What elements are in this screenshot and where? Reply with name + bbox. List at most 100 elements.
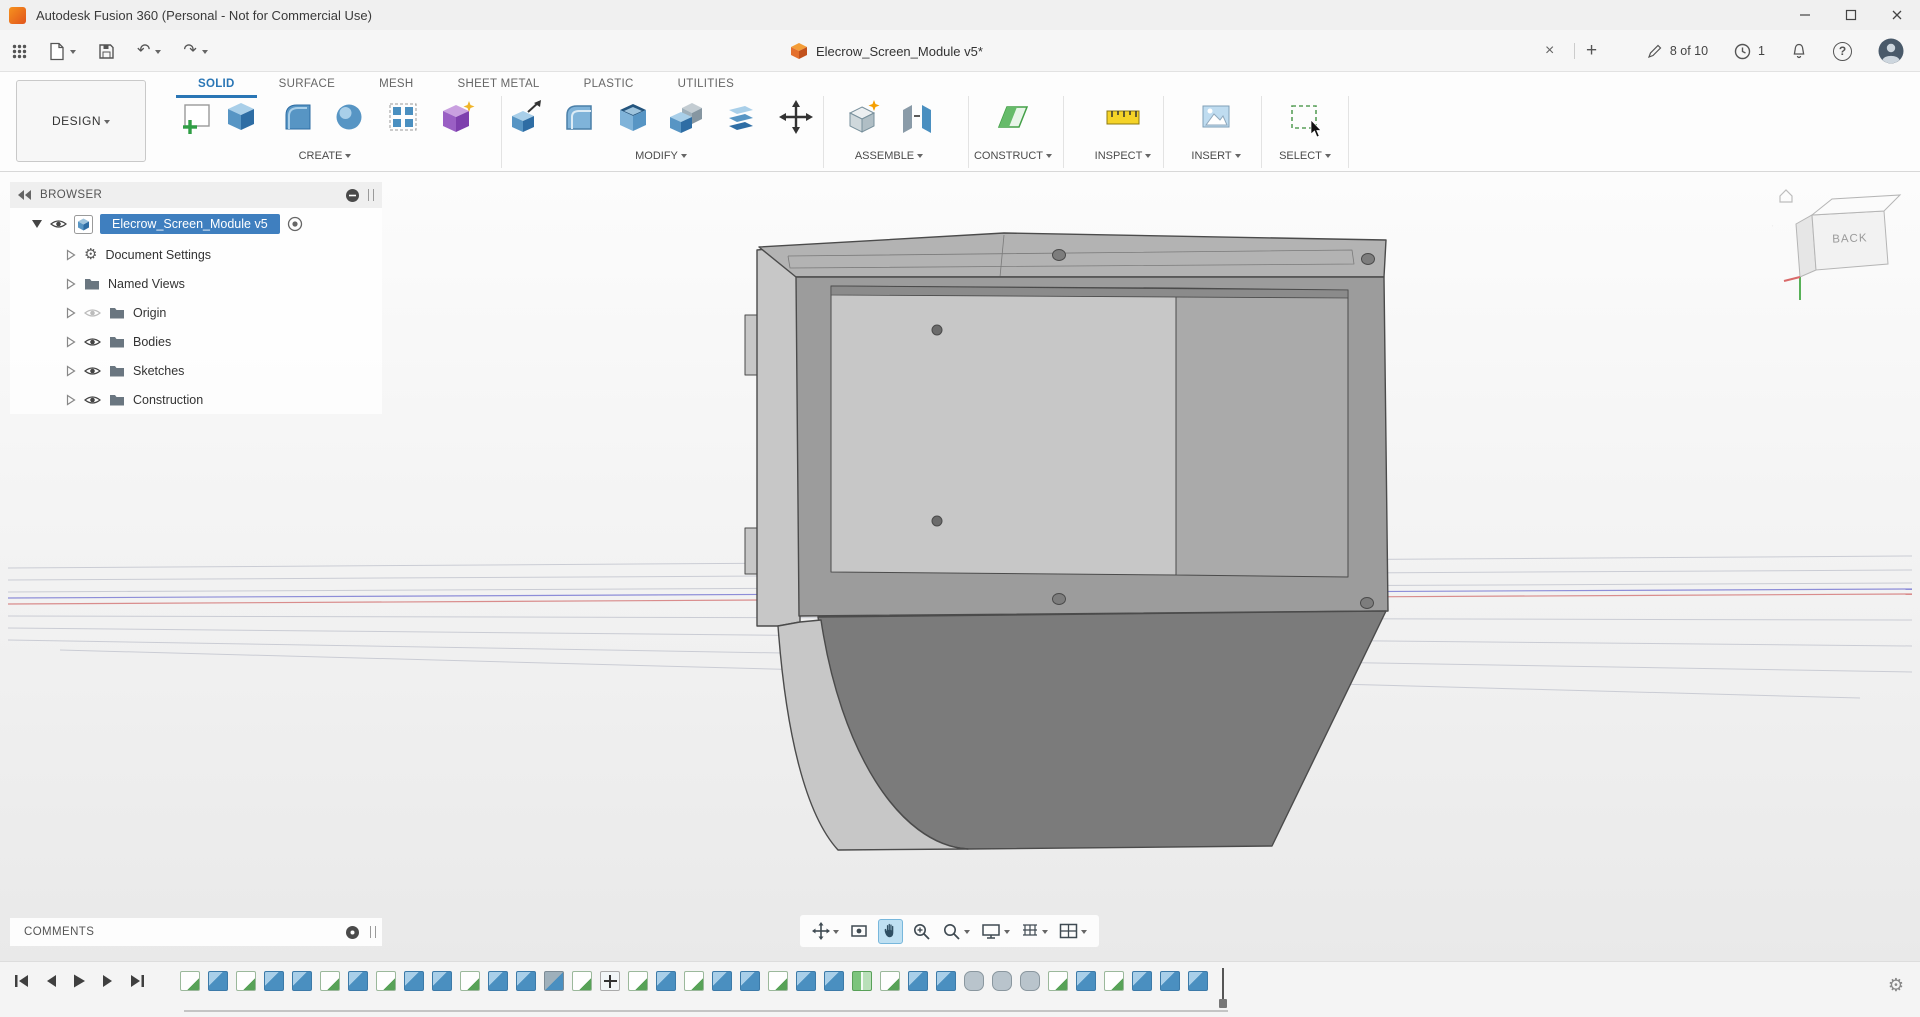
maximize-button[interactable] (1828, 0, 1874, 30)
timeline-feature-extrude[interactable] (348, 971, 368, 991)
fillet-button[interactable] (560, 98, 598, 136)
viewcube-top-face[interactable] (1812, 195, 1900, 215)
display-settings-filter-icon[interactable] (345, 188, 360, 203)
expander-open-icon[interactable] (32, 219, 43, 229)
timeline-feature-extrude[interactable] (1132, 971, 1152, 991)
timeline-feature-sketch[interactable] (768, 971, 788, 991)
tab-solid[interactable]: SOLID (176, 72, 257, 98)
timeline-feature-extrude[interactable] (656, 971, 676, 991)
timeline-feature-sketch[interactable] (684, 971, 704, 991)
new-component-button[interactable] (844, 98, 882, 136)
press-pull-button[interactable] (508, 98, 546, 136)
revolve-button[interactable] (279, 98, 317, 136)
expander-closed-icon[interactable] (66, 365, 76, 377)
tab-mesh[interactable]: MESH (357, 72, 435, 98)
insert-image-button[interactable] (1197, 98, 1235, 136)
timeline-feature-sketch[interactable] (572, 971, 592, 991)
undo-button[interactable]: ↶ (133, 39, 165, 63)
timeline-feature-extrude[interactable] (516, 971, 536, 991)
expander-closed-icon[interactable] (66, 394, 76, 406)
timeline-feature-extrude[interactable] (488, 971, 508, 991)
version-history-button[interactable]: 8 of 10 (1643, 39, 1712, 63)
viewcube[interactable]: BACK RIGHT (1772, 180, 1920, 320)
tab-sheet-metal[interactable]: SHEET METAL (436, 72, 562, 98)
timeline-feature-fillet[interactable] (1020, 971, 1040, 991)
timeline-feature-extrude[interactable] (1076, 971, 1096, 991)
timeline-feature-sketch[interactable] (180, 971, 200, 991)
browser-item-origin[interactable]: Origin (10, 298, 382, 327)
pan-button[interactable] (878, 919, 903, 944)
construct-plane-button[interactable] (994, 98, 1032, 136)
timeline-feature-extrude[interactable] (292, 971, 312, 991)
extrude-button[interactable] (222, 98, 260, 136)
timeline-feature-sketch[interactable] (376, 971, 396, 991)
expander-closed-icon[interactable] (66, 249, 76, 261)
joint-button[interactable] (898, 98, 936, 136)
model-3d[interactable] (745, 233, 1388, 850)
comments-options-icon[interactable] (345, 925, 360, 940)
close-document-tab-button[interactable]: × (1545, 30, 1554, 72)
timeline-track[interactable] (184, 1010, 1228, 1012)
timeline-feature-sketch[interactable] (236, 971, 256, 991)
app-grid-menu-icon[interactable] (8, 40, 31, 63)
eye-icon[interactable] (84, 307, 101, 319)
collapse-panel-icon[interactable] (18, 190, 32, 200)
skip-to-start-button[interactable] (14, 974, 29, 988)
expander-closed-icon[interactable] (66, 278, 76, 290)
activate-component-radio[interactable] (287, 216, 303, 232)
zoom-button[interactable] (910, 920, 933, 943)
tab-surface[interactable]: SURFACE (257, 72, 357, 98)
browser-root-row[interactable]: Elecrow_Screen_Module v5 (10, 208, 382, 240)
pattern-button[interactable] (384, 98, 422, 136)
orbit-button[interactable] (810, 920, 841, 942)
tab-utilities[interactable]: UTILITIES (656, 72, 756, 98)
panel-grip[interactable] (368, 189, 374, 201)
timeline-feature-extrude[interactable] (208, 971, 228, 991)
redo-button[interactable]: ↷ (179, 39, 211, 63)
assemble-dropdown[interactable]: ASSEMBLE (824, 150, 954, 162)
minimize-button[interactable] (1782, 0, 1828, 30)
job-status-button[interactable]: 1 (1730, 39, 1769, 64)
timeline-feature-extrude[interactable] (1160, 971, 1180, 991)
help-button[interactable]: ? (1829, 38, 1856, 65)
document-tab[interactable]: Elecrow_Screen_Module v5* (790, 30, 983, 72)
modify-dropdown[interactable]: MODIFY (596, 150, 726, 162)
comments-panel[interactable]: COMMENTS (10, 918, 382, 946)
timeline-settings-gear-icon[interactable]: ⚙ (1888, 976, 1904, 994)
timeline-feature-extrude[interactable] (432, 971, 452, 991)
timeline-feature-sketch[interactable] (880, 971, 900, 991)
timeline-feature-fillet[interactable] (964, 971, 984, 991)
zoom-window-button[interactable] (940, 920, 972, 943)
browser-header[interactable]: BROWSER (10, 182, 382, 208)
sphere-button[interactable] (330, 98, 368, 136)
timeline-feature-sketch[interactable] (1048, 971, 1068, 991)
file-menu-button[interactable] (45, 38, 80, 65)
expander-closed-icon[interactable] (66, 336, 76, 348)
measure-button[interactable] (1104, 98, 1142, 136)
timeline-feature-extrude[interactable] (796, 971, 816, 991)
create-dropdown[interactable]: CREATE (260, 150, 390, 162)
browser-item-construction[interactable]: Construction (10, 385, 382, 414)
panel-grip[interactable] (370, 926, 376, 938)
browser-item-sketches[interactable]: Sketches (10, 356, 382, 385)
workspace-selector[interactable]: DESIGN (16, 80, 146, 162)
browser-item-named-views[interactable]: Named Views (10, 269, 382, 298)
play-button[interactable] (73, 974, 86, 988)
timeline-feature-combine[interactable] (544, 971, 564, 991)
eye-icon[interactable] (84, 394, 101, 406)
browser-item-document-settings[interactable]: ⚙ Document Settings (10, 240, 382, 269)
split-body-button[interactable] (721, 98, 759, 136)
notifications-button[interactable] (1787, 39, 1811, 64)
display-settings-button[interactable] (979, 920, 1012, 942)
timeline-feature-sketch[interactable] (320, 971, 340, 991)
skip-to-end-button[interactable] (130, 974, 145, 988)
timeline-feature-sketch[interactable] (460, 971, 480, 991)
timeline-feature-extrude[interactable] (824, 971, 844, 991)
timeline-feature-extrude[interactable] (264, 971, 284, 991)
grid-snaps-button[interactable] (1019, 921, 1050, 941)
look-at-button[interactable] (848, 920, 871, 942)
eye-icon[interactable] (84, 336, 101, 348)
eye-icon[interactable] (84, 365, 101, 377)
shell-button[interactable] (614, 98, 652, 136)
timeline-feature-sketch[interactable] (628, 971, 648, 991)
